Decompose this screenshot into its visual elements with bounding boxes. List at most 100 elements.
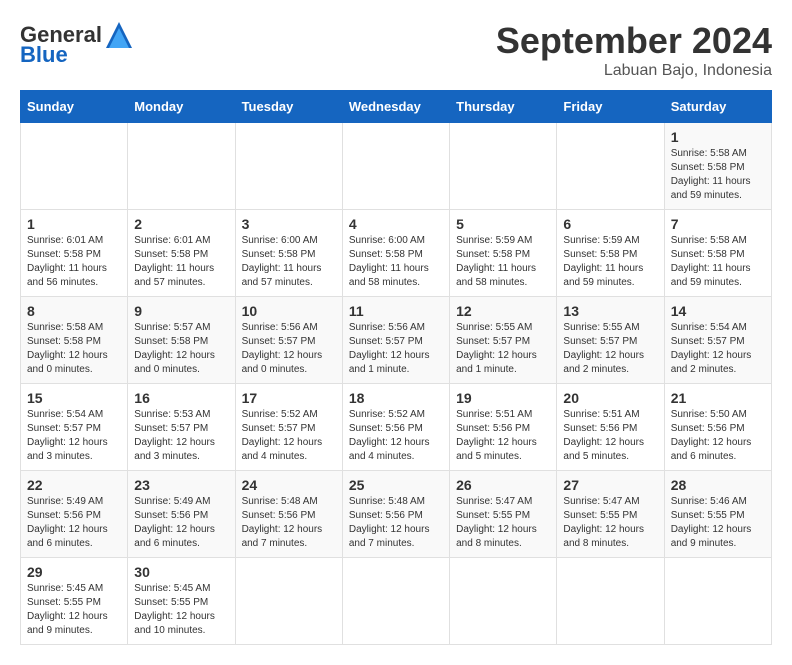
day-cell-13: 13 Sunrise: 5:55 AM Sunset: 5:57 PM Dayli… <box>557 297 664 384</box>
day-cell-27: 27 Sunrise: 5:47 AM Sunset: 5:55 PM Dayli… <box>557 471 664 558</box>
day-info: Sunrise: 5:52 AM Sunset: 5:56 PM Dayligh… <box>349 408 443 464</box>
day-number: 8 <box>27 303 121 319</box>
weekday-header-sunday: Sunday <box>21 91 128 123</box>
day-number: 17 <box>242 390 336 406</box>
weekday-header-row: SundayMondayTuesdayWednesdayThursdayFrid… <box>21 91 772 123</box>
empty-cell <box>342 558 449 645</box>
day-cell-25: 25 Sunrise: 5:48 AM Sunset: 5:56 PM Dayli… <box>342 471 449 558</box>
day-info: Sunrise: 5:56 AM Sunset: 5:57 PM Dayligh… <box>349 321 443 377</box>
day-info: Sunrise: 5:56 AM Sunset: 5:57 PM Dayligh… <box>242 321 336 377</box>
day-number: 1 <box>27 216 121 232</box>
day-number: 6 <box>563 216 657 232</box>
day-info: Sunrise: 5:59 AM Sunset: 5:58 PM Dayligh… <box>456 234 550 290</box>
weekday-header-wednesday: Wednesday <box>342 91 449 123</box>
logo-blue-text: Blue <box>20 42 68 68</box>
day-number: 23 <box>134 477 228 493</box>
weekday-header-tuesday: Tuesday <box>235 91 342 123</box>
day-cell-18: 18Sunrise: 5:52 AM Sunset: 5:56 PM Dayli… <box>342 384 449 471</box>
empty-cell <box>235 123 342 210</box>
day-info: Sunrise: 6:00 AM Sunset: 5:58 PM Dayligh… <box>242 234 336 290</box>
weekday-header-saturday: Saturday <box>664 91 771 123</box>
day-info: Sunrise: 5:59 AM Sunset: 5:58 PM Dayligh… <box>563 234 657 290</box>
day-number: 28 <box>671 477 765 493</box>
day-cell-11: 11Sunrise: 5:56 AM Sunset: 5:57 PM Dayli… <box>342 297 449 384</box>
day-info: Sunrise: 5:53 AM Sunset: 5:57 PM Dayligh… <box>134 408 228 464</box>
day-cell-9: 9 Sunrise: 5:57 AM Sunset: 5:58 PM Daylig… <box>128 297 235 384</box>
day-cell-4: 4Sunrise: 6:00 AM Sunset: 5:58 PM Daylig… <box>342 210 449 297</box>
day-number: 9 <box>134 303 228 319</box>
day-number: 29 <box>27 564 121 580</box>
location-title: Labuan Bajo, Indonesia <box>496 62 772 80</box>
day-number: 2 <box>134 216 228 232</box>
day-cell-1: 1 Sunrise: 5:58 AM Sunset: 5:58 PM Daylig… <box>664 123 771 210</box>
day-cell-2: 2 Sunrise: 6:01 AM Sunset: 5:58 PM Daylig… <box>128 210 235 297</box>
day-info: Sunrise: 5:45 AM Sunset: 5:55 PM Dayligh… <box>27 582 121 638</box>
day-cell-29: 29 Sunrise: 5:45 AM Sunset: 5:55 PM Dayli… <box>21 558 128 645</box>
day-cell-19: 19 Sunrise: 5:51 AM Sunset: 5:56 PM Dayli… <box>450 384 557 471</box>
day-info: Sunrise: 5:58 AM Sunset: 5:58 PM Dayligh… <box>671 147 765 203</box>
day-number: 12 <box>456 303 550 319</box>
day-info: Sunrise: 5:48 AM Sunset: 5:56 PM Dayligh… <box>349 495 443 551</box>
day-info: Sunrise: 5:52 AM Sunset: 5:57 PM Dayligh… <box>242 408 336 464</box>
day-info: Sunrise: 5:45 AM Sunset: 5:55 PM Dayligh… <box>134 582 228 638</box>
day-cell-30: 30Sunrise: 5:45 AM Sunset: 5:55 PM Dayli… <box>128 558 235 645</box>
day-number: 3 <box>242 216 336 232</box>
week-row-5: 29 Sunrise: 5:45 AM Sunset: 5:55 PM Dayli… <box>21 558 772 645</box>
day-info: Sunrise: 5:54 AM Sunset: 5:57 PM Dayligh… <box>27 408 121 464</box>
day-number: 19 <box>456 390 550 406</box>
day-info: Sunrise: 5:49 AM Sunset: 5:56 PM Dayligh… <box>27 495 121 551</box>
day-cell-10: 10Sunrise: 5:56 AM Sunset: 5:57 PM Dayli… <box>235 297 342 384</box>
day-cell-21: 21 Sunrise: 5:50 AM Sunset: 5:56 PM Dayli… <box>664 384 771 471</box>
day-info: Sunrise: 5:51 AM Sunset: 5:56 PM Dayligh… <box>456 408 550 464</box>
day-info: Sunrise: 5:51 AM Sunset: 5:56 PM Dayligh… <box>563 408 657 464</box>
day-cell-22: 22 Sunrise: 5:49 AM Sunset: 5:56 PM Dayli… <box>21 471 128 558</box>
day-info: Sunrise: 5:46 AM Sunset: 5:55 PM Dayligh… <box>671 495 765 551</box>
day-cell-16: 16Sunrise: 5:53 AM Sunset: 5:57 PM Dayli… <box>128 384 235 471</box>
day-info: Sunrise: 5:49 AM Sunset: 5:56 PM Dayligh… <box>134 495 228 551</box>
day-number: 5 <box>456 216 550 232</box>
day-cell-14: 14 Sunrise: 5:54 AM Sunset: 5:57 PM Dayli… <box>664 297 771 384</box>
empty-cell <box>128 123 235 210</box>
weekday-header-monday: Monday <box>128 91 235 123</box>
week-row-3: 15Sunrise: 5:54 AM Sunset: 5:57 PM Dayli… <box>21 384 772 471</box>
day-info: Sunrise: 5:58 AM Sunset: 5:58 PM Dayligh… <box>27 321 121 377</box>
day-number: 14 <box>671 303 765 319</box>
day-cell-23: 23 Sunrise: 5:49 AM Sunset: 5:56 PM Dayli… <box>128 471 235 558</box>
empty-cell <box>557 558 664 645</box>
logo-icon <box>104 20 134 50</box>
day-info: Sunrise: 5:47 AM Sunset: 5:55 PM Dayligh… <box>456 495 550 551</box>
empty-cell <box>557 123 664 210</box>
day-info: Sunrise: 5:58 AM Sunset: 5:58 PM Dayligh… <box>671 234 765 290</box>
day-number: 13 <box>563 303 657 319</box>
day-cell-7: 7Sunrise: 5:58 AM Sunset: 5:58 PM Daylig… <box>664 210 771 297</box>
day-cell-8: 8 Sunrise: 5:58 AM Sunset: 5:58 PM Daylig… <box>21 297 128 384</box>
day-number: 26 <box>456 477 550 493</box>
day-info: Sunrise: 5:55 AM Sunset: 5:57 PM Dayligh… <box>563 321 657 377</box>
day-cell-28: 28 Sunrise: 5:46 AM Sunset: 5:55 PM Dayli… <box>664 471 771 558</box>
empty-cell <box>664 558 771 645</box>
page-header: General Blue September 2024 Labuan Bajo,… <box>20 20 772 80</box>
day-info: Sunrise: 5:55 AM Sunset: 5:57 PM Dayligh… <box>456 321 550 377</box>
day-number: 21 <box>671 390 765 406</box>
day-info: Sunrise: 6:01 AM Sunset: 5:58 PM Dayligh… <box>27 234 121 290</box>
day-info: Sunrise: 5:57 AM Sunset: 5:58 PM Dayligh… <box>134 321 228 377</box>
weekday-header-friday: Friday <box>557 91 664 123</box>
day-info: Sunrise: 5:54 AM Sunset: 5:57 PM Dayligh… <box>671 321 765 377</box>
empty-cell <box>450 123 557 210</box>
day-number: 22 <box>27 477 121 493</box>
day-info: Sunrise: 6:01 AM Sunset: 5:58 PM Dayligh… <box>134 234 228 290</box>
day-info: Sunrise: 5:47 AM Sunset: 5:55 PM Dayligh… <box>563 495 657 551</box>
day-cell-1: 1 Sunrise: 6:01 AM Sunset: 5:58 PM Daylig… <box>21 210 128 297</box>
day-number: 25 <box>349 477 443 493</box>
empty-cell <box>235 558 342 645</box>
day-cell-12: 12 Sunrise: 5:55 AM Sunset: 5:57 PM Dayli… <box>450 297 557 384</box>
month-title: September 2024 <box>496 20 772 62</box>
day-info: Sunrise: 5:50 AM Sunset: 5:56 PM Dayligh… <box>671 408 765 464</box>
day-number: 1 <box>671 129 765 145</box>
week-row-4: 22 Sunrise: 5:49 AM Sunset: 5:56 PM Dayli… <box>21 471 772 558</box>
day-cell-20: 20 Sunrise: 5:51 AM Sunset: 5:56 PM Dayli… <box>557 384 664 471</box>
empty-cell <box>450 558 557 645</box>
day-info: Sunrise: 5:48 AM Sunset: 5:56 PM Dayligh… <box>242 495 336 551</box>
day-number: 27 <box>563 477 657 493</box>
day-number: 20 <box>563 390 657 406</box>
